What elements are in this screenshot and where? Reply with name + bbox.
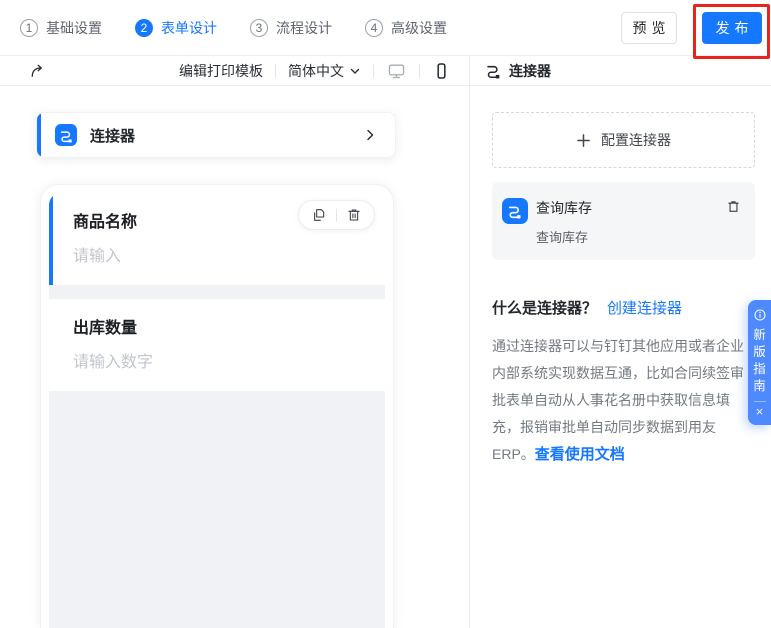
connector-list-item[interactable]: 查询库存 查询库存 bbox=[492, 182, 755, 260]
plus-icon bbox=[577, 133, 590, 147]
form-field-product-name[interactable]: 商品名称 请输入 bbox=[49, 193, 385, 285]
divider bbox=[373, 63, 374, 78]
canvas-pane: 编辑打印模板 简体中文 连接器 商品名称 请输入 出库数量 请输入数字 bbox=[0, 56, 470, 628]
divider bbox=[419, 63, 420, 78]
close-icon[interactable]: × bbox=[756, 405, 764, 419]
desktop-preview-icon[interactable] bbox=[386, 61, 407, 81]
duplicate-icon[interactable] bbox=[311, 207, 327, 223]
canvas-toolbar: 编辑打印模板 简体中文 bbox=[0, 56, 469, 86]
field-actions bbox=[298, 200, 375, 230]
new-version-guide-tab[interactable]: 新版指南 × bbox=[748, 300, 771, 425]
form-field-outbound-quantity[interactable]: 出库数量 请输入数字 bbox=[49, 299, 385, 391]
connector-panel-header: 连接器 bbox=[470, 56, 771, 86]
form-preview-canvas: 商品名称 请输入 出库数量 请输入数字 bbox=[40, 184, 394, 628]
mobile-preview-icon[interactable] bbox=[432, 61, 451, 81]
step-number-badge: 1 bbox=[20, 18, 38, 37]
step-number-badge: 3 bbox=[250, 18, 268, 37]
delete-connector-icon[interactable] bbox=[726, 199, 741, 214]
preview-button[interactable]: 预览 bbox=[621, 12, 677, 44]
step-advanced-settings[interactable]: 4 高级设置 bbox=[365, 18, 447, 38]
connector-entry-card[interactable]: 连接器 bbox=[36, 112, 396, 158]
language-select[interactable]: 简体中文 bbox=[288, 61, 361, 81]
guide-tab-label: 新版指南 bbox=[753, 328, 766, 393]
info-icon bbox=[753, 309, 766, 321]
connector-help-row: 什么是连接器？ 创建连接器 bbox=[492, 297, 755, 318]
panel-title: 连接器 bbox=[509, 62, 551, 79]
step-nav: 1 基础设置 2 表单设计 3 流程设计 4 高级设置 bbox=[0, 18, 447, 38]
connector-item-texts: 查询库存 查询库存 bbox=[536, 200, 592, 245]
divider bbox=[753, 401, 766, 402]
delete-field-icon[interactable] bbox=[346, 207, 362, 223]
form-body: 商品名称 请输入 出库数量 请输入数字 bbox=[49, 193, 385, 628]
field-placeholder: 请输入 bbox=[73, 248, 122, 265]
divider bbox=[275, 63, 276, 78]
step-number-badge: 2 bbox=[135, 18, 153, 37]
field-placeholder: 请输入数字 bbox=[73, 354, 154, 371]
connector-action-icon bbox=[502, 198, 528, 224]
connector-icon bbox=[55, 124, 77, 146]
step-number-badge: 4 bbox=[365, 18, 383, 37]
connector-panel-body: 配置连接器 查询库存 查询库存 什么是连接器？ 创建连接器 通过连接器可以与钉钉… bbox=[470, 112, 771, 468]
configure-connector-button[interactable]: 配置连接器 bbox=[492, 112, 755, 168]
canvas-toolbar-actions: 编辑打印模板 简体中文 bbox=[179, 61, 451, 81]
step-form-design[interactable]: 2 表单设计 bbox=[135, 18, 217, 38]
view-docs-link[interactable]: 查看使用文档 bbox=[535, 446, 625, 463]
edit-print-template-button[interactable]: 编辑打印模板 bbox=[179, 61, 263, 81]
form-designer-app: 1 基础设置 2 表单设计 3 流程设计 4 高级设置 预览 发布 编辑打印模板… bbox=[0, 0, 771, 628]
redo-icon[interactable] bbox=[28, 62, 47, 80]
create-connector-link[interactable]: 创建连接器 bbox=[607, 297, 682, 318]
publish-button[interactable]: 发布 bbox=[702, 12, 762, 44]
chevron-right-icon bbox=[363, 128, 377, 142]
connector-description: 通过连接器可以与钉钉其他应用或者企业内部系统实现数据互通，比如合同续签审批表单自… bbox=[492, 338, 744, 463]
top-step-bar: 1 基础设置 2 表单设计 3 流程设计 4 高级设置 预览 发布 bbox=[0, 0, 771, 59]
chevron-down-icon bbox=[350, 68, 360, 74]
step-flow-design[interactable]: 3 流程设计 bbox=[250, 18, 332, 38]
divider bbox=[336, 208, 337, 222]
step-basic-settings[interactable]: 1 基础设置 bbox=[20, 18, 102, 38]
connector-icon bbox=[485, 62, 502, 79]
connector-settings-pane: 连接器 配置连接器 查询库存 查询库存 什么是连接器？ 创建连接器 通过连接器可… bbox=[470, 56, 771, 628]
